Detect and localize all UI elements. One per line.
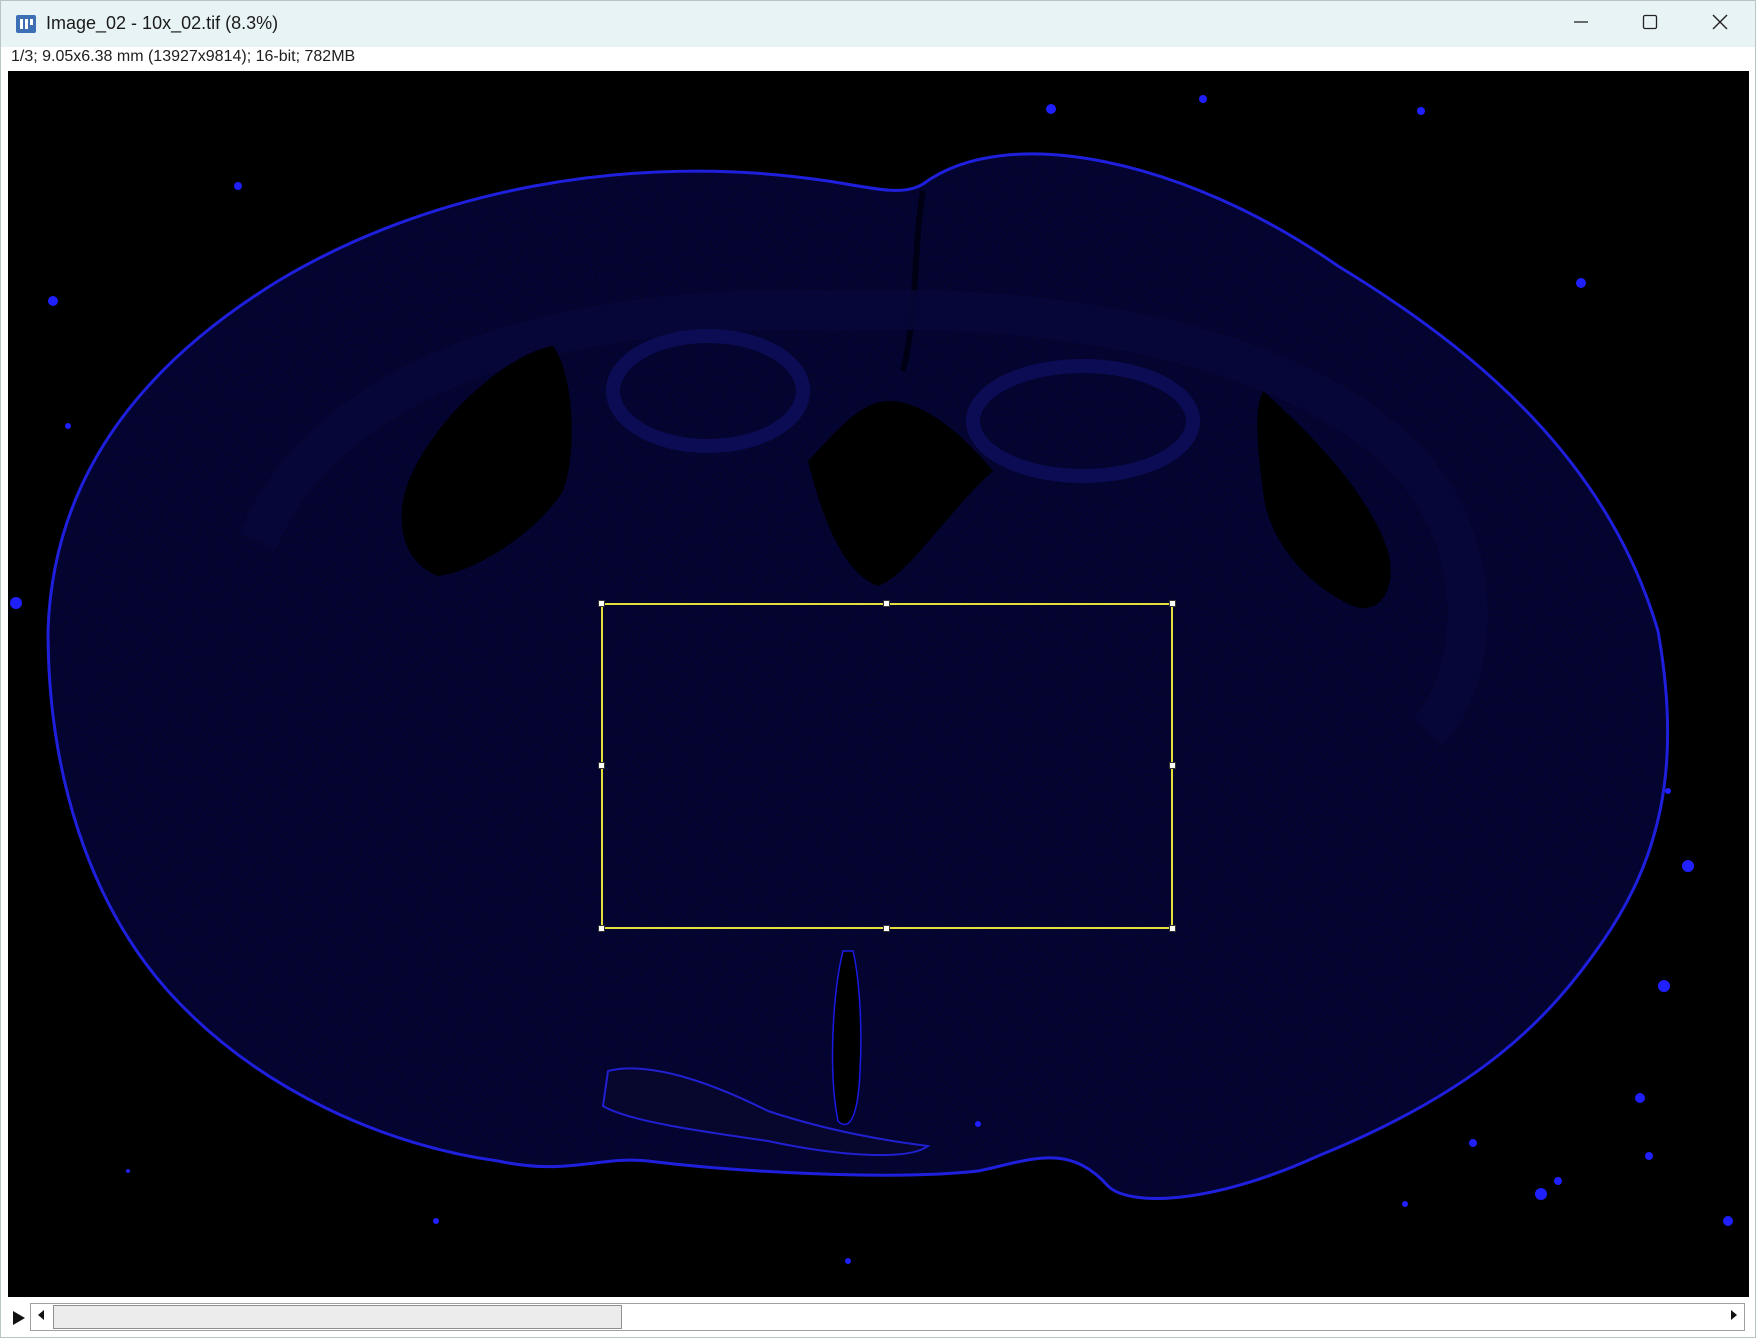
minimize-button[interactable] [1546,1,1616,47]
scroll-thumb[interactable] [53,1305,622,1329]
roi-handle-middle-left[interactable] [598,762,605,769]
roi-handle-bottom-right[interactable] [1169,925,1176,932]
title-bar[interactable]: Image_02 - 10x_02.tif (8.3%) [1,1,1755,47]
image-window: Image_02 - 10x_02.tif (8.3%) 1/3; 9.05x6… [0,0,1756,1338]
maximize-button[interactable] [1615,1,1685,47]
play-icon [9,1311,29,1333]
close-button[interactable] [1685,1,1755,47]
slice-controls [1,1299,1755,1337]
roi-handle-bottom-left[interactable] [598,925,605,932]
scroll-right-button[interactable] [1724,1304,1744,1330]
maximize-icon [1642,14,1658,35]
imagej-icon [15,13,37,35]
slice-scrollbar[interactable] [30,1303,1745,1331]
roi-handle-middle-right[interactable] [1169,762,1176,769]
roi-handle-top-left[interactable] [598,600,605,607]
minimize-icon [1573,14,1589,35]
image-canvas[interactable] [8,71,1749,1297]
roi-handle-top-right[interactable] [1169,600,1176,607]
window-title: Image_02 - 10x_02.tif (8.3%) [46,13,279,33]
scroll-left-button[interactable] [31,1304,51,1330]
arrow-left-icon [36,1308,46,1326]
image-info: 1/3; 9.05x6.38 mm (13927x9814); 16-bit; … [11,48,356,65]
roi-rectangle[interactable] [601,603,1173,929]
close-icon [1712,14,1728,35]
play-button[interactable] [9,1307,29,1329]
roi-handle-bottom-center[interactable] [883,925,890,932]
roi-handle-top-center[interactable] [883,600,890,607]
arrow-right-icon [1729,1308,1739,1326]
